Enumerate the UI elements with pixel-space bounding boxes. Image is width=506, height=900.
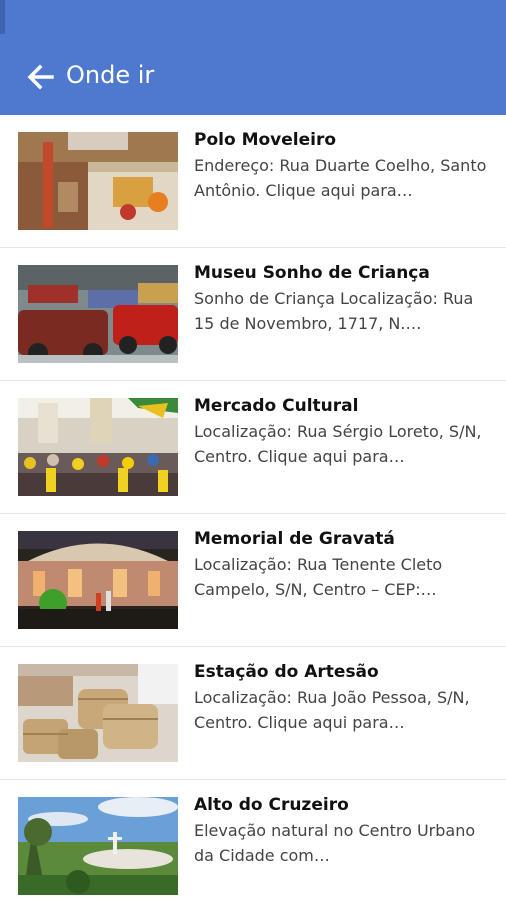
place-description: Endereço: Rua Duarte Coelho, Santo Antôn… <box>194 156 487 200</box>
list-item[interactable]: Polo Moveleiro Endereço: Rua Duarte Coel… <box>0 115 506 249</box>
place-thumbnail <box>18 797 178 895</box>
place-description: Localização: Rua Tenente Cleto Campelo, … <box>194 555 443 599</box>
place-description: Localização: Rua João Pessoa, S/N, Centr… <box>194 688 470 732</box>
list-item[interactable]: Alto do Cruzeiro Elevação natural no Cen… <box>0 780 506 900</box>
back-button[interactable] <box>25 61 57 93</box>
place-description: Sonho de Criança Localização: Rua 15 de … <box>194 289 474 333</box>
place-thumbnail <box>18 132 178 230</box>
place-thumbnail <box>18 398 178 496</box>
arrow-left-icon <box>27 64 54 90</box>
place-thumbnail <box>18 265 178 363</box>
place-title: Mercado Cultural <box>194 396 359 416</box>
place-thumbnail <box>18 531 178 629</box>
place-title: Museu Sonho de Criança <box>194 263 430 283</box>
place-title: Estação do Artesão <box>194 662 379 682</box>
place-description: Localização: Rua Sérgio Loreto, S/N, Cen… <box>194 422 482 466</box>
place-title: Alto do Cruzeiro <box>194 795 349 815</box>
list-item[interactable]: Mercado Cultural Localização: Rua Sérgio… <box>0 381 506 515</box>
app-bar: Onde ir <box>0 0 506 115</box>
place-title: Polo Moveleiro <box>194 130 337 150</box>
list-item[interactable]: Estação do Artesão Localização: Rua João… <box>0 647 506 781</box>
status-bar-edge <box>0 0 5 34</box>
place-thumbnail <box>18 664 178 762</box>
list-item[interactable]: Museu Sonho de Criança Sonho de Criança … <box>0 248 506 382</box>
place-description: Elevação natural no Centro Urbano da Cid… <box>194 821 476 865</box>
list-item[interactable]: Memorial de Gravatá Localização: Rua Ten… <box>0 514 506 648</box>
page-title: Onde ir <box>66 61 155 89</box>
place-title: Memorial de Gravatá <box>194 529 395 549</box>
